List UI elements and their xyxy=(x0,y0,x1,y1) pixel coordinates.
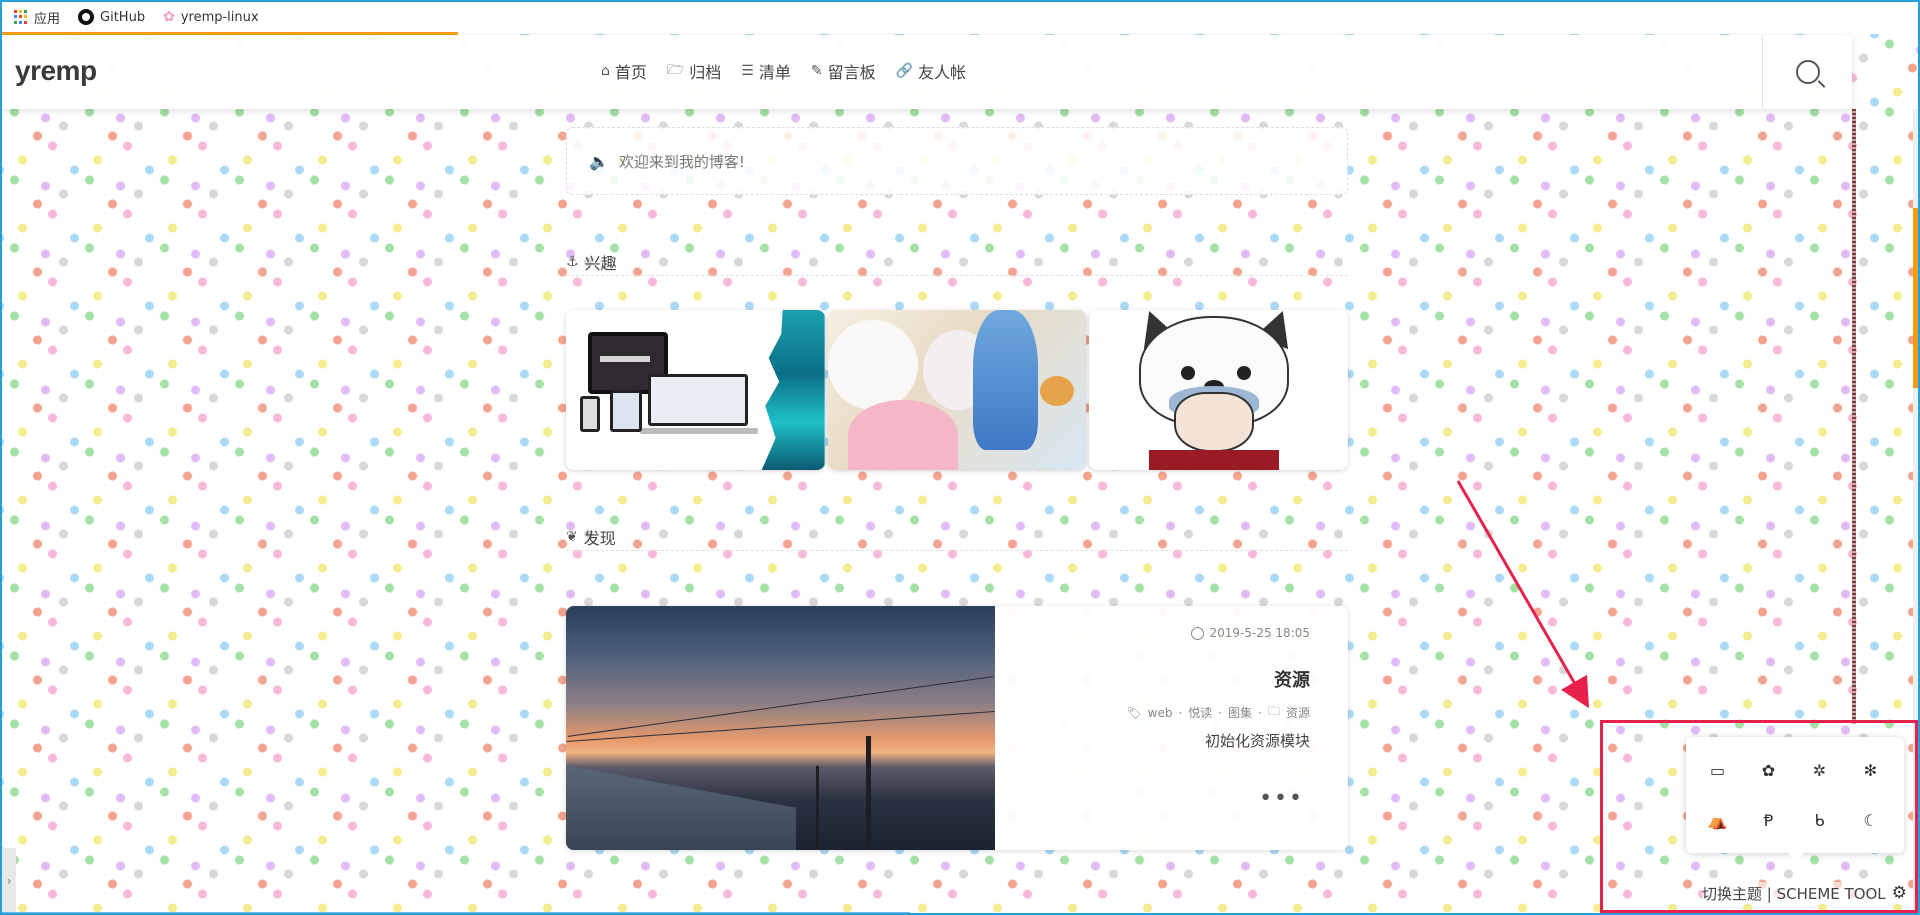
scheme-tool-label: 切换主题 | SCHEME TOOL xyxy=(1702,884,1886,903)
cake-illustration xyxy=(1039,376,1074,406)
decorative-rope xyxy=(1852,109,1856,724)
more-button[interactable]: ••• xyxy=(1259,786,1304,811)
sakura-icon: ✿ xyxy=(163,9,175,25)
character-collar xyxy=(1149,450,1280,470)
github-icon xyxy=(78,9,95,25)
nav-label: 归档 xyxy=(689,63,722,82)
list-icon: ☰ xyxy=(741,63,754,79)
dog-eye-left xyxy=(1181,366,1196,380)
nav-label: 友人帐 xyxy=(918,63,967,82)
nav-label: 首页 xyxy=(614,63,647,82)
notice-text: 欢迎来到我的博客! xyxy=(618,152,745,171)
pixiv-icon[interactable]: Ᵽ xyxy=(1752,803,1786,837)
tag-icon: 🏷 xyxy=(1126,705,1142,720)
bookmark-label: GitHub xyxy=(100,9,146,25)
home-icon: ⌂ xyxy=(601,63,610,79)
interest-card-gintama[interactable] xyxy=(1089,310,1349,470)
notice-bar: 🔈 欢迎来到我的博客! xyxy=(566,127,1348,195)
anchor-icon: ⚓ xyxy=(566,253,579,270)
leaf-icon: ❦ xyxy=(566,528,578,545)
snowflake-icon[interactable]: ✻ xyxy=(1854,753,1888,787)
tag-link[interactable]: 悦读 xyxy=(1188,704,1212,721)
clock-icon xyxy=(1190,626,1204,640)
bookmark-yremp-linux[interactable]: ✿ yremp-linux xyxy=(163,9,259,25)
train-illustration xyxy=(566,765,796,850)
theme-switcher-panel: ▭ ✿ ✲ ✻ ⛺ Ᵽ ᑲ ☾ xyxy=(1686,737,1904,861)
folder-icon: 🗀 xyxy=(1267,704,1280,718)
nav-item-guestbook[interactable]: ✎ 留言板 xyxy=(811,59,876,83)
speaker-icon: 🔈 xyxy=(589,151,609,171)
bookmark-github[interactable]: GitHub xyxy=(78,9,145,25)
post-date-text: 2019-5-25 18:05 xyxy=(1209,626,1311,640)
gear-icon: ⚙ xyxy=(1891,883,1907,903)
nav-item-friends[interactable]: 🔗 友人帐 xyxy=(896,59,966,83)
interest-cards xyxy=(566,310,1349,470)
nav-item-archive[interactable]: 🗁 归档 xyxy=(667,59,721,83)
tag-link[interactable]: 图集 xyxy=(1228,704,1252,721)
tag-link[interactable]: web xyxy=(1148,706,1173,720)
post-title[interactable]: 资源 xyxy=(1274,666,1310,692)
character-dress xyxy=(847,400,958,470)
post-date: 2019-5-25 18:05 xyxy=(1190,626,1311,640)
post-thumbnail[interactable] xyxy=(566,606,995,850)
paint-splash-decoration xyxy=(761,310,825,470)
interest-card-anime[interactable] xyxy=(827,310,1087,470)
bookmark-apps[interactable]: 应用 xyxy=(14,8,60,27)
bookmark-label: 应用 xyxy=(34,11,61,27)
bookmarks-bar: 应用 GitHub ✿ yremp-linux xyxy=(2,2,1918,32)
wing-illustration xyxy=(827,320,918,410)
section-title-discover: ❦ 发现 xyxy=(566,523,1348,551)
utility-pole xyxy=(866,736,871,850)
category-link[interactable]: 资源 xyxy=(1286,704,1310,721)
tag-separator: · xyxy=(1258,705,1262,720)
nav-item-home[interactable]: ⌂ 首页 xyxy=(601,59,647,83)
tag-separator: · xyxy=(1218,705,1223,720)
sidebar-toggle-arrow[interactable]: › xyxy=(2,848,16,914)
nav-item-list[interactable]: ☰ 清单 xyxy=(741,59,791,83)
tablet-illustration xyxy=(610,390,642,432)
power-wire xyxy=(568,676,993,737)
laptop-illustration xyxy=(648,374,748,426)
post-tags: 🏷 web · 悦读 · 图集 · 🗀 资源 xyxy=(1126,702,1310,723)
nav-label: 留言板 xyxy=(827,63,876,82)
phone-illustration xyxy=(580,396,600,432)
scrollbar-thumb[interactable] xyxy=(1913,208,1918,388)
moon-icon[interactable]: ☾ xyxy=(1854,803,1888,837)
folder-open-icon: 🗁 xyxy=(666,62,685,78)
post-card[interactable]: 2019-5-25 18:05 资源 🏷 web · 悦读 · 图集 · 🗀 资… xyxy=(566,606,1348,850)
search-button[interactable] xyxy=(1762,35,1852,109)
section-label: 兴趣 xyxy=(584,253,617,273)
tag-separator: · xyxy=(1178,705,1183,720)
nav-label: 清单 xyxy=(758,63,791,82)
character-face xyxy=(1174,392,1255,452)
dog-eye-right xyxy=(1237,366,1252,380)
section-label: 发现 xyxy=(583,528,616,548)
gear-flower-icon[interactable]: ✲ xyxy=(1803,753,1837,787)
post-excerpt: 初始化资源模块 xyxy=(1204,732,1310,750)
site-logo[interactable]: yremp xyxy=(15,55,97,87)
interest-card-web[interactable] xyxy=(566,310,825,470)
monitor-icon[interactable]: ▭ xyxy=(1701,753,1735,787)
bookmark-label: yremp-linux xyxy=(180,9,259,25)
scheme-tool-toggle[interactable]: 切换主题 | SCHEME TOOL ⚙ xyxy=(1702,882,1907,904)
edit-icon: ✎ xyxy=(810,63,823,79)
apps-grid-icon xyxy=(14,10,28,24)
flower-icon[interactable]: ✿ xyxy=(1752,753,1786,787)
main-nav: ⌂ 首页 🗁 归档 ☰ 清单 ✎ 留言板 🔗 友人帐 xyxy=(601,59,966,83)
search-icon xyxy=(1795,60,1820,84)
utility-pole xyxy=(816,766,819,850)
tent-icon[interactable]: ⛺ xyxy=(1701,803,1735,837)
reading-progress-bar xyxy=(2,32,458,35)
bottom-progress-line xyxy=(2,912,910,914)
section-title-interest: ⚓ 兴趣 xyxy=(566,248,1348,276)
bing-icon[interactable]: ᑲ xyxy=(1803,803,1837,837)
link-icon: 🔗 xyxy=(895,63,914,79)
site-header: yremp ⌂ 首页 🗁 归档 ☰ 清单 ✎ 留言板 🔗 友人帐 xyxy=(2,35,1852,109)
laptop-base xyxy=(640,428,758,434)
character-blue-hair xyxy=(972,310,1038,450)
